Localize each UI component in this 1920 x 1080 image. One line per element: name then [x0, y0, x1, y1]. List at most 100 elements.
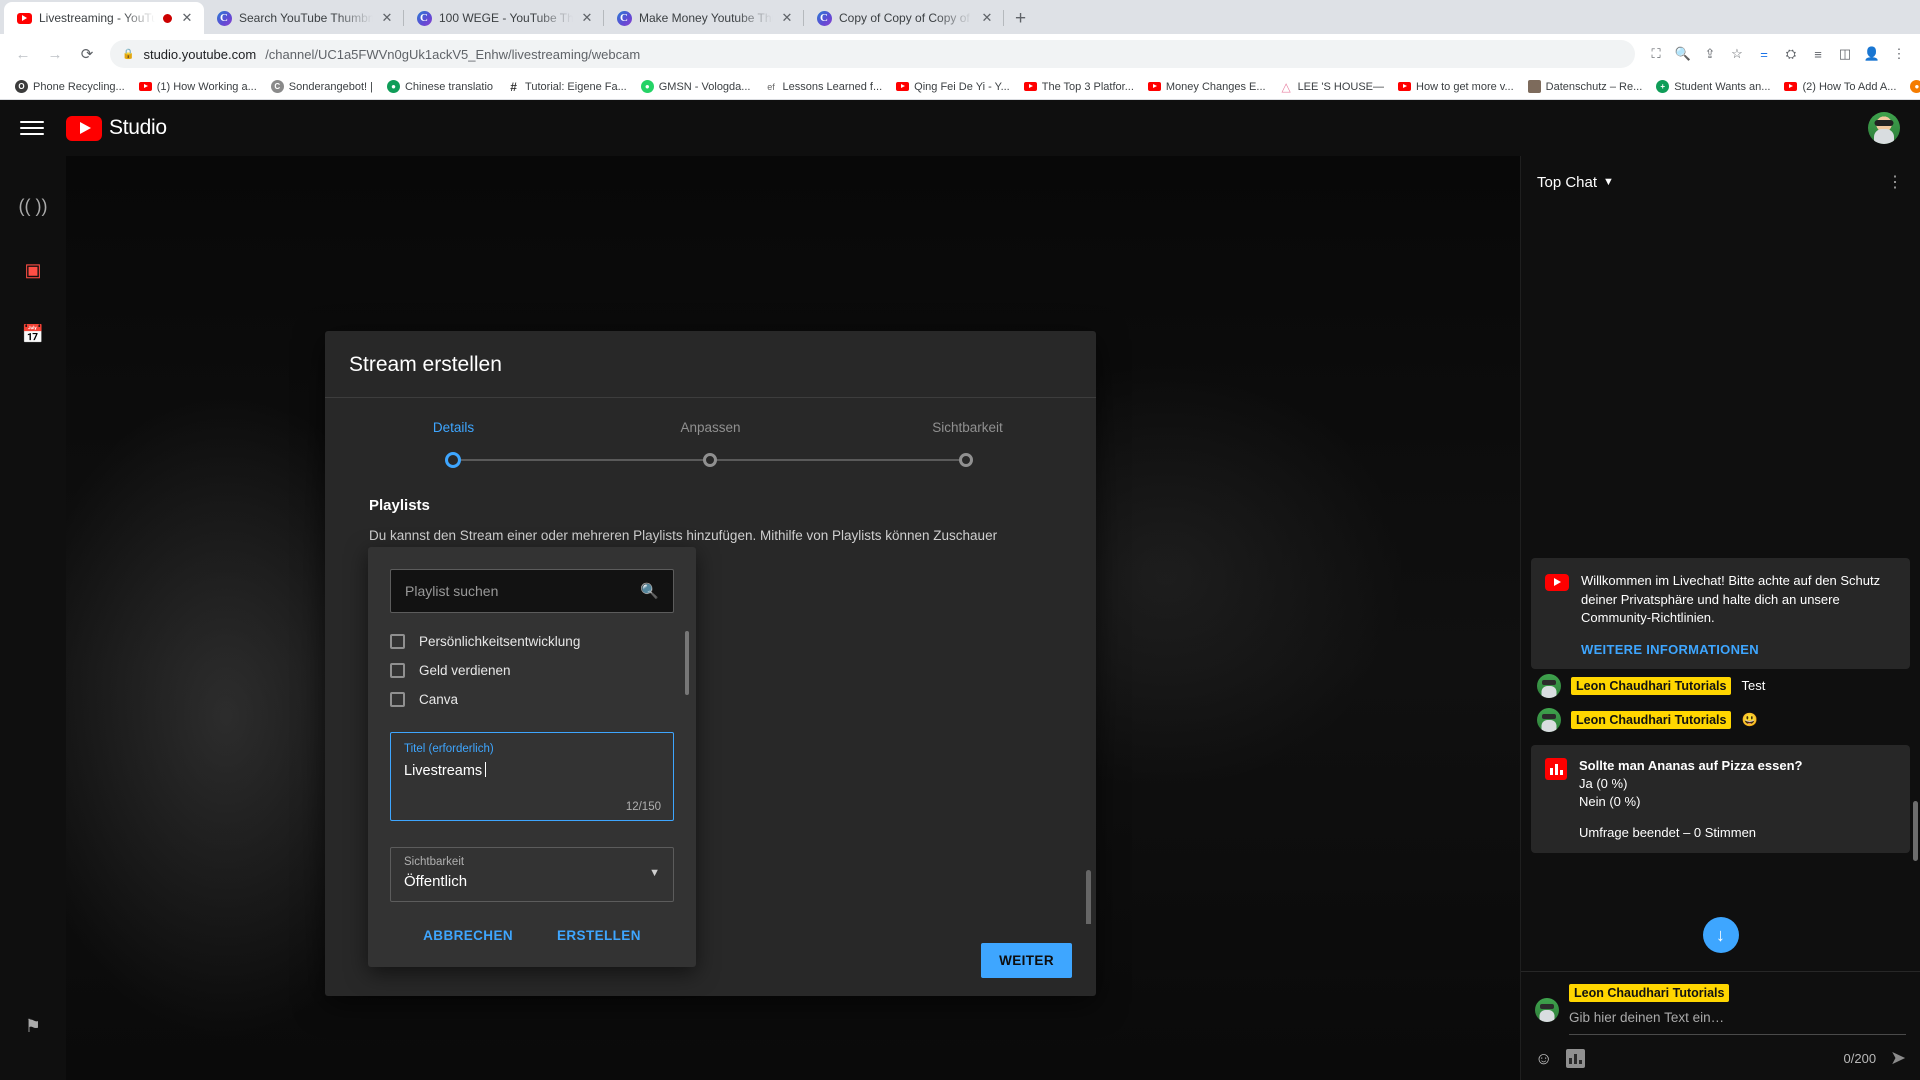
close-tab-icon[interactable]: ✕ [980, 10, 994, 26]
title-input-value: Livestreams [404, 762, 660, 779]
step-dot-details[interactable] [445, 452, 461, 468]
profile-icon[interactable]: 👤 [1859, 41, 1885, 67]
bookmark-item[interactable]: How to get more v... [1391, 80, 1521, 93]
share-icon[interactable]: ⇪ [1697, 41, 1723, 67]
bookmark-star-icon[interactable]: ☆ [1724, 41, 1750, 67]
new-tab-button[interactable]: + [1004, 8, 1037, 34]
create-poll-icon[interactable] [1566, 1049, 1586, 1068]
playlist-search-input[interactable]: Playlist suchen 🔍 [390, 569, 674, 613]
send-icon[interactable]: ➤ [1890, 1047, 1906, 1070]
image-icon [1527, 80, 1541, 93]
studio-header: Studio [0, 100, 1920, 156]
step-label-anpassen[interactable]: Anpassen [582, 420, 839, 435]
chat-message: Leon Chaudhari Tutorials 😃 [1531, 703, 1910, 737]
magnifier-icon[interactable]: 🔍 [640, 582, 659, 600]
more-options-icon[interactable]: ⋮ [1887, 172, 1904, 192]
dialog-scrollbar[interactable] [1086, 870, 1091, 924]
scroll-down-icon[interactable]: ↓ [1702, 917, 1739, 953]
step-label-details[interactable]: Details [325, 420, 582, 435]
bookmark-item[interactable]: The Top 3 Platfor... [1017, 80, 1141, 93]
close-tab-icon[interactable]: ✕ [180, 10, 194, 26]
checkbox-icon[interactable] [390, 692, 405, 707]
visibility-select[interactable]: Sichtbarkeit Öffentlich ▼ [390, 847, 674, 902]
address-bar[interactable]: 🔒 studio.youtube.com/channel/UC1a5FWVn0g… [110, 40, 1635, 68]
emoji-icon[interactable]: ☺ [1535, 1049, 1552, 1069]
create-button[interactable]: ERSTELLEN [545, 920, 653, 951]
hamburger-icon[interactable] [20, 121, 44, 135]
step-dot-sichtbarkeit[interactable] [959, 453, 973, 467]
bookmark-label: LEE 'S HOUSE— [1297, 80, 1385, 93]
bookmark-item[interactable]: Datenschutz – Re... [1521, 80, 1650, 93]
browser-tab[interactable]: Livestreaming - YouTube S ✕ [4, 2, 204, 34]
chevron-down-icon[interactable]: ▼ [649, 867, 660, 879]
chat-feed: Willkommen im Livechat! Bitte achte auf … [1521, 208, 1920, 971]
list-item[interactable]: Geld verdienen [368, 656, 696, 685]
browser-tab[interactable]: C 100 WEGE - YouTube Thumbn ✕ [404, 2, 604, 34]
chat-author-badge[interactable]: Leon Chaudhari Tutorials [1571, 710, 1732, 729]
bookmark-item[interactable]: + Student Wants an... [1649, 80, 1777, 93]
close-tab-icon[interactable]: ✕ [780, 10, 794, 26]
poll-question: Sollte man Ananas auf Pizza essen? [1579, 757, 1803, 773]
bookmark-item[interactable]: Qing Fei De Yi - Y... [889, 80, 1017, 93]
browser-tab[interactable]: C Copy of Copy of Copy of Copy ✕ [804, 2, 1004, 34]
avatar[interactable] [1537, 707, 1561, 732]
playlist-scrollbar[interactable] [685, 631, 689, 695]
chat-title[interactable]: Top Chat [1537, 174, 1597, 191]
avatar[interactable] [1537, 673, 1561, 698]
list-item[interactable]: Canva [368, 685, 696, 714]
chat-input-placeholder: Gib hier deinen Text ein… [1569, 1010, 1906, 1035]
bookmark-item[interactable]: ● Chinese translatio [380, 80, 500, 93]
title-input[interactable]: Titel (erforderlich) Livestreams 12/150 [390, 732, 674, 821]
chat-author-badge[interactable]: Leon Chaudhari Tutorials [1571, 676, 1732, 695]
list-item[interactable]: Persönlichkeitsentwicklung [368, 627, 696, 656]
bookmark-item[interactable]: C Sonderangebot! | [264, 80, 380, 93]
avatar[interactable] [1868, 112, 1900, 144]
forward-button[interactable]: → [40, 39, 70, 69]
chat-input-field[interactable]: Leon Chaudhari Tutorials Gib hier deinen… [1569, 984, 1906, 1035]
close-tab-icon[interactable]: ✕ [580, 10, 594, 26]
checkbox-icon[interactable] [390, 663, 405, 678]
bookmark-item[interactable]: O Phone Recycling... [8, 80, 132, 93]
studio-logo[interactable]: Studio [66, 115, 167, 141]
close-tab-icon[interactable]: ✕ [380, 10, 394, 26]
chat-scrollbar[interactable] [1913, 801, 1918, 861]
step-label-sichtbarkeit[interactable]: Sichtbarkeit [839, 420, 1096, 435]
avatar[interactable] [1535, 997, 1559, 1022]
sidepanel-icon[interactable]: ◫ [1832, 41, 1858, 67]
browser-tab[interactable]: C Make Money Youtube Thumbn ✕ [604, 2, 804, 34]
cast-icon[interactable]: ⛶ [1643, 41, 1669, 67]
bookmark-item[interactable]: Money Changes E... [1141, 80, 1273, 93]
reload-button[interactable]: ⟳ [72, 39, 102, 69]
browser-tab[interactable]: C Search YouTube Thumbnail - C ✕ [204, 2, 404, 34]
bookmark-item[interactable]: (2) How To Add A... [1777, 80, 1903, 93]
bookmark-item[interactable]: ef Lessons Learned f... [757, 80, 889, 93]
live-chat-panel: Top Chat ▼ ⋮ Willkommen im Livechat! Bit… [1520, 156, 1920, 1080]
zoom-icon[interactable]: 🔍 [1670, 41, 1696, 67]
chat-input-area: Leon Chaudhari Tutorials Gib hier deinen… [1521, 971, 1920, 1080]
cancel-button[interactable]: ABBRECHEN [411, 920, 525, 951]
tab-title: Make Money Youtube Thumbn [639, 11, 773, 25]
bookmark-item[interactable]: ●Download - Cooki... [1903, 80, 1920, 93]
checkbox-icon[interactable] [390, 634, 405, 649]
stepper: Details Anpassen Sichtbarkeit [325, 398, 1096, 475]
chevron-down-icon[interactable]: ▼ [1603, 176, 1614, 188]
facebook-icon[interactable]: = [1751, 41, 1777, 67]
bookmark-item[interactable]: ● GMSN - Vologda... [634, 80, 758, 93]
livestream-icon[interactable]: (( )) [13, 186, 53, 226]
back-button[interactable]: ← [8, 39, 38, 69]
puzzle-icon[interactable]: ⛭ [1778, 41, 1804, 67]
bookmark-item[interactable]: △ LEE 'S HOUSE— [1273, 80, 1391, 94]
step-dot-anpassen[interactable] [703, 453, 717, 467]
clipboard-icon[interactable]: ≡ [1805, 41, 1831, 67]
playlist-list: Persönlichkeitsentwicklung Geld verdiene… [368, 627, 696, 714]
next-button[interactable]: WEITER [981, 942, 1072, 978]
bookmark-item[interactable]: # Tutorial: Eigene Fa... [500, 80, 634, 94]
title-input-text: Livestreams [404, 763, 483, 779]
system-message-link[interactable]: WEITERE INFORMATIONEN [1581, 642, 1896, 657]
feedback-icon[interactable]: ⚑ [13, 1006, 53, 1046]
schedule-icon[interactable]: 📅 [13, 314, 53, 354]
toolbar-icon-group: ⛶ 🔍 ⇪ ☆ = ⛭ ≡ ◫ 👤 ⋮ [1643, 41, 1912, 67]
browser-menu-icon[interactable]: ⋮ [1886, 41, 1912, 67]
bookmark-item[interactable]: (1) How Working a... [132, 80, 264, 93]
webcam-icon[interactable]: ▣ [13, 250, 53, 290]
